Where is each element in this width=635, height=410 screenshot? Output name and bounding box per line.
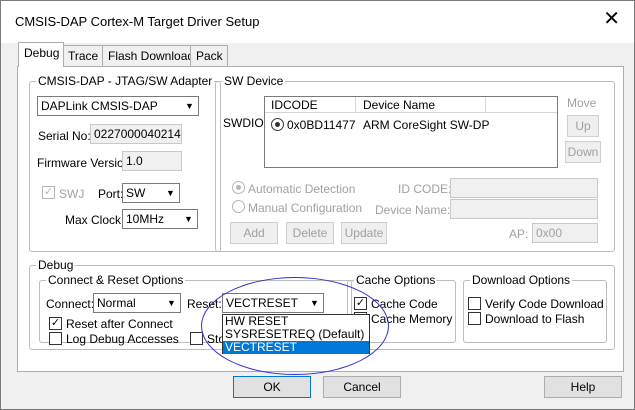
col-device-name[interactable]: Device Name	[363, 98, 435, 112]
col-idcode[interactable]: IDCODE	[271, 98, 318, 112]
debug-group-title: Debug	[38, 258, 74, 272]
window-title: CMSIS-DAP Cortex-M Target Driver Setup	[15, 14, 260, 29]
delete-button[interactable]: Delete	[286, 222, 334, 244]
adapter-group-title: CMSIS-DAP - JTAG/SW Adapter	[38, 74, 213, 88]
devname-label: Device Name:	[375, 203, 451, 217]
reset-options-dropdown[interactable]: HW RESET SYSRESETREQ (Default) VECTRESET	[222, 314, 370, 354]
download-flash-label: Download to Flash	[485, 312, 585, 326]
firmware-field: 1.0	[122, 151, 182, 171]
cache-code-label: Cache Code	[371, 297, 438, 311]
add-button[interactable]: Add	[230, 222, 278, 244]
chevron-down-icon: ▼	[162, 184, 179, 202]
radio-dot	[236, 185, 241, 190]
maxclock-select-value: 10MHz	[126, 212, 165, 226]
reset-after-connect-label: Reset after Connect	[66, 317, 173, 331]
connect-select-value: Normal	[97, 296, 136, 310]
device-list-header: IDCODE Device Name	[265, 97, 557, 113]
firmware-label: Firmware Version:	[37, 156, 134, 170]
download-flash-checkbox[interactable]	[468, 312, 481, 325]
chevron-down-icon: ▼	[181, 97, 198, 115]
delete-button-label: Delete	[292, 226, 328, 240]
reset-select[interactable]: VECTRESET ▼	[222, 293, 324, 313]
move-down-button[interactable]: Down	[565, 141, 601, 163]
ap-field[interactable]: 0x00	[532, 223, 598, 243]
serial-label: Serial No:	[38, 129, 91, 143]
table-row[interactable]: 0x0BD11477 ARM CoreSight SW-DP	[265, 117, 557, 133]
adapter-select-value: DAPLink CMSIS-DAP	[41, 99, 158, 113]
move-up-button[interactable]: Up	[567, 115, 599, 137]
ap-label: AP:	[509, 227, 529, 241]
move-down-label: Down	[567, 145, 599, 159]
maxclock-select[interactable]: 10MHz ▼	[122, 209, 198, 229]
auto-detect-radio[interactable]	[232, 181, 245, 194]
cache-options-title: Cache Options	[356, 273, 436, 287]
stop-option-checkbox[interactable]	[190, 332, 203, 345]
idcode-label: ID CODE:	[398, 182, 452, 196]
devname-field[interactable]	[450, 199, 598, 219]
cache-code-checkbox[interactable]: ✓	[354, 297, 367, 310]
port-label: Port:	[98, 187, 124, 201]
auto-detect-label: Automatic Detection	[248, 182, 356, 196]
maxclock-label: Max Clock:	[65, 213, 125, 227]
tab-pack[interactable]: Pack	[190, 45, 228, 66]
update-button-label: Update	[344, 226, 384, 240]
chevron-down-icon: ▼	[163, 294, 180, 312]
verify-download-checkbox[interactable]	[468, 297, 481, 310]
log-debug-checkbox[interactable]	[49, 332, 62, 345]
radio-dot	[275, 122, 280, 127]
title-bar: CMSIS-DAP Cortex-M Target Driver Setup ✕	[1, 1, 634, 43]
move-label: Move	[567, 96, 597, 110]
serial-field[interactable]: 0227000040214e4	[90, 124, 182, 144]
tab-trace[interactable]: Trace	[62, 45, 104, 66]
adapter-select[interactable]: DAPLink CMSIS-DAP ▼	[37, 96, 199, 116]
move-up-label: Up	[575, 119, 591, 133]
reset-label: Reset:	[187, 297, 222, 311]
update-button[interactable]: Update	[341, 222, 387, 244]
tab-debug[interactable]: Debug	[18, 42, 65, 67]
row-idcode: 0x0BD11477	[287, 118, 356, 132]
cancel-button[interactable]: Cancel	[323, 376, 401, 398]
idcode-field[interactable]	[450, 178, 598, 198]
column-divider	[485, 97, 486, 112]
close-icon[interactable]: ✕	[603, 9, 620, 29]
port-select-value: SW	[126, 186, 146, 200]
device-list[interactable]: IDCODE Device Name 0x0BD11477 ARM CoreSi…	[264, 96, 558, 168]
reset-option-vectreset[interactable]: VECTRESET	[223, 341, 369, 354]
column-divider	[355, 97, 356, 112]
connect-reset-title: Connect & Reset Options	[48, 273, 184, 287]
port-select[interactable]: SW ▼	[122, 183, 180, 203]
chevron-down-icon: ▼	[180, 210, 197, 228]
log-debug-label: Log Debug Accesses	[66, 332, 179, 346]
swj-checkbox[interactable]: ✓	[42, 186, 55, 199]
manual-config-radio[interactable]	[232, 200, 245, 213]
manual-config-label: Manual Configuration	[248, 201, 363, 215]
device-radio[interactable]	[271, 118, 284, 131]
chevron-down-icon: ▼	[306, 294, 323, 312]
tab-flash-download[interactable]: Flash Download	[102, 45, 200, 66]
swdio-label: SWDIO	[223, 116, 264, 130]
connect-select[interactable]: Normal ▼	[93, 293, 181, 313]
reset-after-connect-checkbox[interactable]: ✓	[49, 317, 62, 330]
download-options-title: Download Options	[472, 273, 571, 287]
verify-download-label: Verify Code Download	[485, 297, 604, 311]
reset-select-value: VECTRESET	[226, 296, 299, 310]
add-button-label: Add	[243, 226, 265, 240]
cache-memory-label: Cache Memory	[371, 312, 453, 326]
ok-button[interactable]: OK	[233, 376, 311, 398]
connect-label: Connect:	[46, 297, 95, 311]
row-device-name: ARM CoreSight SW-DP	[363, 118, 490, 132]
sw-device-title: SW Device	[224, 74, 284, 88]
swj-label: SWJ	[59, 187, 85, 201]
help-button[interactable]: Help	[544, 376, 622, 398]
dialog-window: CMSIS-DAP Cortex-M Target Driver Setup ✕…	[0, 0, 635, 410]
